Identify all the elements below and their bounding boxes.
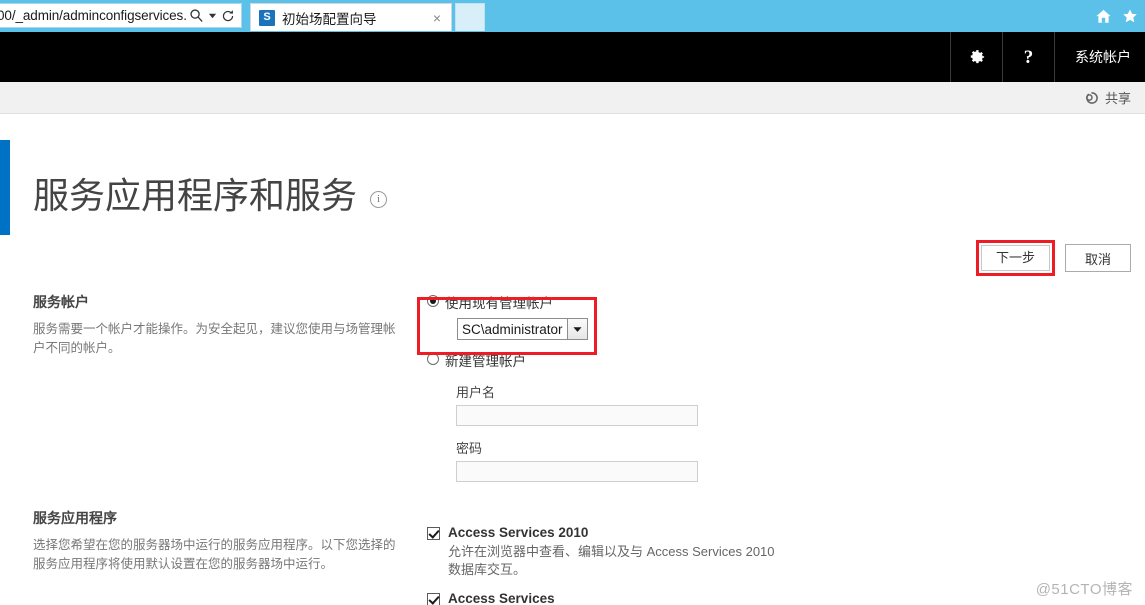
user-menu[interactable]: 系统帐户 (1054, 32, 1145, 82)
browser-tab-title: 初始场配置向导 (282, 11, 377, 27)
username-input[interactable] (456, 405, 698, 426)
list-item-title: Access Services 2010 (448, 525, 589, 540)
new-account-fields: 用户名 密码 (456, 382, 1067, 482)
share-icon (1085, 91, 1099, 105)
favorites-star-icon[interactable] (1121, 7, 1139, 25)
service-account-left: 服务帐户 服务需要一个帐户才能操作。为安全起见，建议您使用与场管理帐户不同的帐户… (33, 292, 403, 359)
password-input[interactable] (456, 461, 698, 482)
new-tab-button[interactable] (455, 3, 485, 31)
checkbox-access-services-2010[interactable] (427, 527, 440, 540)
service-account-heading: 服务帐户 (33, 294, 89, 310)
share-bar: 共享 (0, 82, 1145, 114)
page-content: 服务应用程序和服务 i 下一步 取消 服务帐户 服务需要一个帐户才能操作。为安全… (0, 114, 1145, 605)
chevron-down-icon[interactable] (566, 319, 587, 339)
password-label: 密码 (456, 441, 483, 456)
refresh-icon[interactable] (219, 9, 237, 23)
radio-new-account[interactable]: 新建管理帐户 (427, 350, 1067, 370)
list-item[interactable]: Access Services (427, 590, 1067, 605)
list-item[interactable]: Access Services 2010 允许在浏览器中查看、编辑以及与 Acc… (427, 524, 1067, 580)
browser-chrome-actions (1095, 0, 1139, 32)
help-button[interactable]: ? (1002, 32, 1054, 82)
service-applications-left: 服务应用程序 选择您希望在您的服务器场中运行的服务应用程序。以下您选择的服务应用… (33, 508, 403, 575)
browser-chrome: 00/_admin/adminconfigservices.a S 初始场配置向… (0, 0, 1145, 32)
browser-tab[interactable]: S 初始场配置向导 × (250, 3, 452, 31)
page-title: 服务应用程序和服务 (33, 175, 358, 216)
home-icon[interactable] (1095, 8, 1112, 25)
service-applications-list: Access Services 2010 允许在浏览器中查看、编辑以及与 Acc… (427, 524, 1067, 605)
cancel-button[interactable]: 取消 (1065, 244, 1131, 272)
search-icon[interactable] (187, 8, 206, 23)
sharepoint-icon: S (259, 9, 275, 26)
next-button-highlight: 下一步 (975, 240, 1055, 276)
share-button[interactable]: 共享 (1085, 88, 1131, 107)
info-icon[interactable]: i (370, 191, 388, 209)
user-name-label: 系统帐户 (1075, 49, 1131, 65)
chevron-down-icon[interactable] (206, 11, 219, 20)
radio-existing-account[interactable]: 使用现有管理帐户 (427, 292, 1067, 312)
suite-bar: ? 系统帐户 (0, 32, 1145, 82)
title-accent-bar (0, 140, 10, 235)
next-button[interactable]: 下一步 (980, 245, 1050, 271)
wizard-actions: 下一步 取消 (975, 240, 1131, 276)
share-label: 共享 (1104, 91, 1131, 106)
list-item-title: Access Services (448, 591, 555, 605)
service-applications-heading: 服务应用程序 (33, 510, 117, 526)
help-question-icon: ? (1023, 46, 1034, 68)
service-account-description: 服务需要一个帐户才能操作。为安全起见，建议您使用与场管理帐户不同的帐户。 (33, 322, 396, 356)
radio-existing-account-label: 使用现有管理帐户 (445, 296, 553, 311)
address-input[interactable]: 00/_admin/adminconfigservices.a (0, 8, 187, 23)
gear-icon (967, 48, 986, 67)
checkbox-access-services[interactable] (427, 593, 440, 605)
address-bar[interactable]: 00/_admin/adminconfigservices.a (0, 3, 242, 28)
page-title-row: 服务应用程序和服务 i (33, 175, 388, 216)
list-item-description: 允许在浏览器中查看、编辑以及与 Access Services 2010 数据库… (448, 543, 775, 578)
username-label: 用户名 (456, 385, 496, 400)
radio-new-account-input[interactable] (427, 353, 439, 365)
settings-gear-button[interactable] (950, 32, 1002, 82)
watermark: @51CTO博客 (1035, 581, 1133, 598)
service-applications-description: 选择您希望在您的服务器场中运行的服务应用程序。以下您选择的服务应用程序将使用默认… (33, 538, 396, 572)
list-item-text: Access Services (448, 590, 1067, 605)
close-icon[interactable]: × (429, 11, 445, 25)
service-account-right: 使用现有管理帐户 SC\administrator 新建管理帐户 用户名 密码 (427, 292, 1067, 482)
account-select-value: SC\administrator (462, 321, 563, 337)
account-select[interactable]: SC\administrator (457, 318, 588, 340)
radio-new-account-label: 新建管理帐户 (445, 354, 526, 369)
list-item-text: Access Services 2010 允许在浏览器中查看、编辑以及与 Acc… (448, 524, 1067, 580)
radio-existing-account-input[interactable] (427, 295, 439, 307)
